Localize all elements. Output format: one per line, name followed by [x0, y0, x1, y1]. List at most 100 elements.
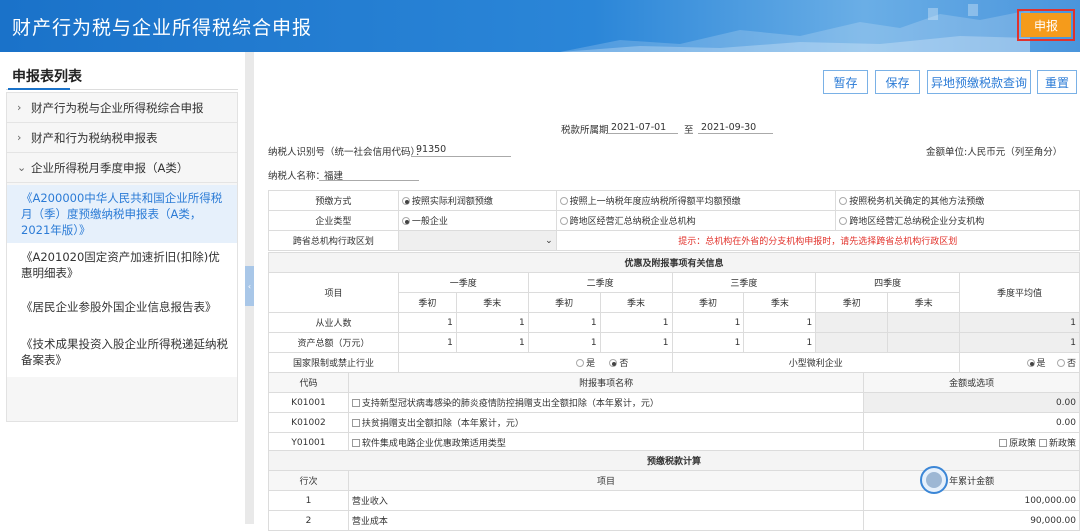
table-header: 代码 [268, 372, 349, 393]
chevron-right-icon: › [17, 131, 22, 144]
great-wall-banner [560, 4, 1030, 52]
sidebar-group-income-tax[interactable]: ⌄ 企业所得税月季度申报（A类） [7, 153, 237, 183]
table-header: 四季度 [815, 272, 961, 293]
option-label: 扶贫捐赠支出全额扣除（本年累计，元） [361, 419, 524, 429]
table-row: 行次 项目 年累计金额 [268, 470, 1080, 491]
sidebar-item-foreign-report[interactable]: 《居民企业参股外国企业信息报告表》 [7, 287, 237, 327]
chevron-down-icon: ⌄ [545, 235, 553, 246]
table-header: 季初 [397, 292, 457, 313]
save-button[interactable]: 保存 [875, 70, 920, 94]
revenue-input[interactable]: 100,000.00 [863, 490, 1080, 511]
employees-input[interactable]: 1 [671, 312, 745, 333]
radio-icon [401, 216, 410, 225]
prepay-option-other[interactable]: 按照税务机关确定的其他方法预缴 [835, 190, 1080, 211]
sidebar: 申报表列表 › 财产行为税与企业所得税综合申报 › 财产和行为税纳税申报表 ⌄ … [0, 52, 245, 524]
assets-input[interactable]: 1 [527, 332, 601, 353]
taxpayer-id-field: 91350 [416, 144, 447, 155]
period-start-input[interactable]: 2021-07-01 [611, 122, 666, 133]
table-header: 三季度 [671, 272, 817, 293]
k01002-amount[interactable]: 0.00 [863, 412, 1080, 433]
prepay-option-average[interactable]: 按照上一纳税年度应纳税所得额平均额预缴 [555, 190, 837, 211]
table-cell: 预缴方式 [268, 190, 399, 211]
table-header: 季度平均值 [959, 272, 1080, 313]
period-end-input[interactable]: 2021-09-30 [701, 122, 756, 133]
table-row: 预缴方式 按照实际利润额预缴 按照上一纳税年度应纳税所得额平均额预缴 按照税务机… [268, 190, 1080, 211]
prepay-option-actual[interactable]: 按照实际利润额预缴 [397, 190, 557, 211]
save-temp-button[interactable]: 暂存 [823, 70, 868, 94]
table-row: 项目 一季度 二季度 三季度 四季度 季度平均值 [268, 272, 1080, 313]
assistant-icon[interactable] [920, 466, 948, 494]
table-row: 资产总额（万元） 1 1 1 1 1 1 1 [268, 332, 1080, 353]
checkbox-icon [999, 438, 1008, 447]
table-cell: 营业成本 [347, 510, 865, 531]
type-option-general[interactable]: 一般企业 [397, 210, 557, 231]
radio-icon [839, 216, 848, 225]
small-enterprise-radios[interactable]: 是 否 [959, 352, 1080, 373]
table-row: 从业人数 1 1 1 1 1 1 1 [268, 312, 1080, 333]
sidebar-group-label: 企业所得税月季度申报（A类） [31, 160, 189, 175]
employees-input-disabled [815, 312, 889, 333]
chevron-right-icon: › [17, 101, 22, 114]
table-cell: 1 [268, 490, 349, 511]
sidebar-group-comprehensive[interactable]: › 财产行为税与企业所得税综合申报 [7, 93, 237, 123]
k01001-amount: 0.00 [863, 392, 1080, 413]
sidebar-item-label: 《技术成果投资入股企业所得税递延纳税备案表》 [21, 337, 228, 367]
app-header: 财产行为税与企业所得税综合申报 申报 [0, 0, 1080, 52]
table-row: 1 营业收入 100,000.00 [268, 490, 1080, 511]
sidebar-group-property[interactable]: › 财产和行为税纳税申报表 [7, 123, 237, 153]
assets-input-disabled [815, 332, 889, 353]
employees-input[interactable]: 1 [743, 312, 817, 333]
sidebar-title-underline [8, 88, 70, 90]
employees-input[interactable]: 1 [599, 312, 673, 333]
divider [698, 133, 773, 134]
checkbox-item-k01002[interactable]: 扶贫捐赠支出全额扣除（本年累计，元） [347, 412, 865, 433]
section-title: 优惠及附报事项有关信息 [268, 252, 1080, 273]
collapse-sidebar-icon[interactable]: ‹ [245, 266, 254, 306]
table-row: 国家限制或禁止行业 是 否 小型微利企业 是 否 [268, 352, 1080, 373]
main-content: 暂存 保存 异地预缴税款查询 重置 税款所属期 2021-07-01 至 202… [256, 52, 1080, 531]
employees-input[interactable]: 1 [455, 312, 529, 333]
table-cell: 跨省总机构行政区划 [268, 230, 399, 251]
restricted-industry-radios[interactable]: 是 否 [397, 352, 673, 373]
divider [411, 156, 511, 157]
type-option-branch[interactable]: 跨地区经营汇总纳税企业分支机构 [835, 210, 1080, 231]
sidebar-item-a200000[interactable]: 《A200000中华人民共和国企业所得税月（季）度预缴纳税申报表（A类，2021… [7, 185, 237, 243]
table-cell: 企业类型 [268, 210, 399, 231]
assets-input[interactable]: 1 [397, 332, 457, 353]
checkbox-item-k01001[interactable]: 支持新型冠状病毒感染的肺炎疫情防控捐赠支出全额扣除（本年累计，元） [347, 392, 865, 413]
region-hint: 提示：总机构在外省的分支机构申报时，请先选择跨省总机构行政区划 [555, 230, 1080, 251]
radio-icon [1056, 358, 1065, 367]
table-cell: 营业收入 [347, 490, 865, 511]
radio-icon [839, 196, 848, 205]
sidebar-item-a201020[interactable]: 《A201020固定资产加速折旧(扣除)优惠明细表》 [7, 243, 237, 287]
option-label: 按照实际利润额预缴 [411, 197, 493, 207]
employees-input[interactable]: 1 [397, 312, 457, 333]
table-cell: K01002 [268, 412, 349, 433]
remote-prepay-query-button[interactable]: 异地预缴税款查询 [927, 70, 1031, 94]
assets-input[interactable]: 1 [671, 332, 745, 353]
sidebar-item-label: 《A201020固定资产加速折旧(扣除)优惠明细表》 [21, 250, 220, 280]
assets-input[interactable]: 1 [455, 332, 529, 353]
section-title: 预缴税款计算 [268, 450, 1080, 471]
table-header: 附报事项名称 [347, 372, 865, 393]
assets-input[interactable]: 1 [743, 332, 817, 353]
unit-label: 金额单位:人民币元（列至角分） [926, 147, 1063, 158]
table-row: K01002 扶贫捐赠支出全额扣除（本年累计，元） 0.00 [268, 412, 1080, 433]
submit-button[interactable]: 申报 [1021, 13, 1071, 37]
table-header: 一季度 [397, 272, 529, 293]
assets-input[interactable]: 1 [599, 332, 673, 353]
table-row: K01001 支持新型冠状病毒感染的肺炎疫情防控捐赠支出全额扣除（本年累计，元）… [268, 392, 1080, 413]
reset-button[interactable]: 重置 [1037, 70, 1077, 94]
checkbox-icon [351, 398, 360, 407]
checkbox-icon [351, 418, 360, 427]
cost-input[interactable]: 90,000.00 [863, 510, 1080, 531]
table-header: 季末 [887, 292, 961, 313]
table-row: 优惠及附报事项有关信息 [268, 252, 1080, 273]
type-option-hq[interactable]: 跨地区经营汇总纳税企业总机构 [555, 210, 837, 231]
sidebar-item-tech-deferral[interactable]: 《技术成果投资入股企业所得税递延纳税备案表》 [7, 327, 237, 377]
tax-calculation-table: 预缴税款计算 行次 项目 年累计金额 1 营业收入 100,000.00 2 营… [268, 450, 1080, 531]
option-label: 原政策 [1009, 439, 1037, 449]
region-select[interactable]: ⌄ [397, 230, 557, 251]
divider [319, 180, 419, 181]
employees-input[interactable]: 1 [527, 312, 601, 333]
